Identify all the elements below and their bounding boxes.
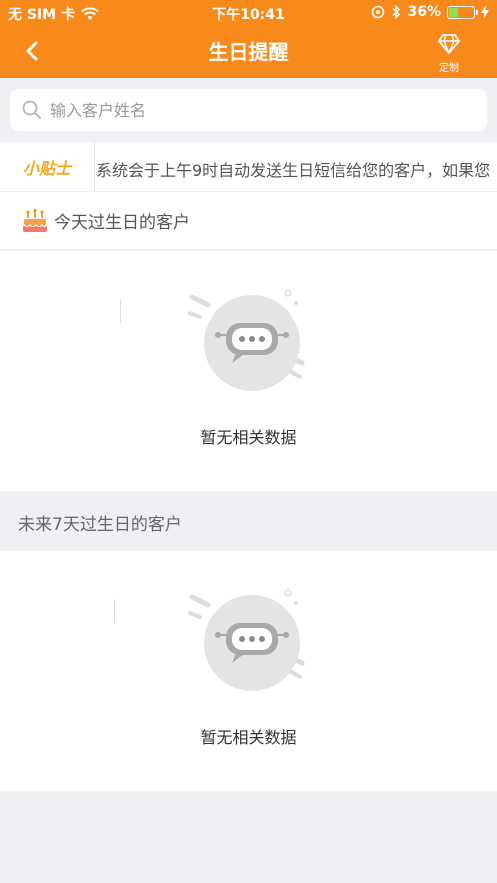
battery-percent: 36%: [407, 4, 441, 20]
cake-icon: [23, 208, 47, 232]
today-empty-text: 暂无相关数据: [200, 428, 297, 447]
battery-fill: [449, 7, 459, 17]
page-title: 生日提醒: [208, 40, 289, 64]
next7-section-title: 未来7天过生日的客户: [18, 514, 182, 535]
bluetooth-icon: [392, 5, 401, 19]
diamond-icon: [438, 34, 460, 54]
today-section-title: 今天过生日的客户: [54, 213, 190, 233]
battery-icon: [447, 5, 478, 19]
search-icon: [22, 100, 42, 120]
navigation-bar: 生日提醒 定制: [0, 26, 497, 78]
robot-chat-illustration: [188, 289, 305, 391]
custom-label: 定制: [439, 63, 459, 74]
charging-bolt-icon: [481, 5, 489, 19]
tips-tag: 小贴士: [0, 142, 95, 191]
customer-name-input[interactable]: [50, 100, 450, 120]
next7-section-header: 未来7天过生日的客户: [0, 493, 497, 551]
search-area: [0, 78, 497, 142]
status-right: 36%: [371, 4, 489, 20]
divider: [120, 299, 121, 323]
search-box[interactable]: [10, 89, 487, 131]
orientation-lock-icon: [372, 5, 385, 19]
today-empty-state: 暂无相关数据: [0, 251, 497, 491]
divider: [114, 599, 115, 623]
next7-empty-state: 暂无相关数据: [0, 551, 497, 791]
tips-bar: 小贴士 系统会于上午9时自动发送生日短信给您的客户，如果您: [0, 142, 497, 192]
tips-message: 系统会于上午9时自动发送生日短信给您的客户，如果您: [96, 161, 491, 180]
next7-empty-text: 暂无相关数据: [200, 728, 297, 747]
app-header: 无 SIM 卡 下午10:41 36% 生日提醒 定制: [0, 0, 497, 78]
today-section-header: 今天过生日的客户: [0, 192, 497, 250]
custom-button[interactable]: 定制: [429, 33, 469, 74]
robot-chat-illustration: [188, 589, 305, 691]
status-bar: 无 SIM 卡 下午10:41 36%: [0, 0, 497, 26]
